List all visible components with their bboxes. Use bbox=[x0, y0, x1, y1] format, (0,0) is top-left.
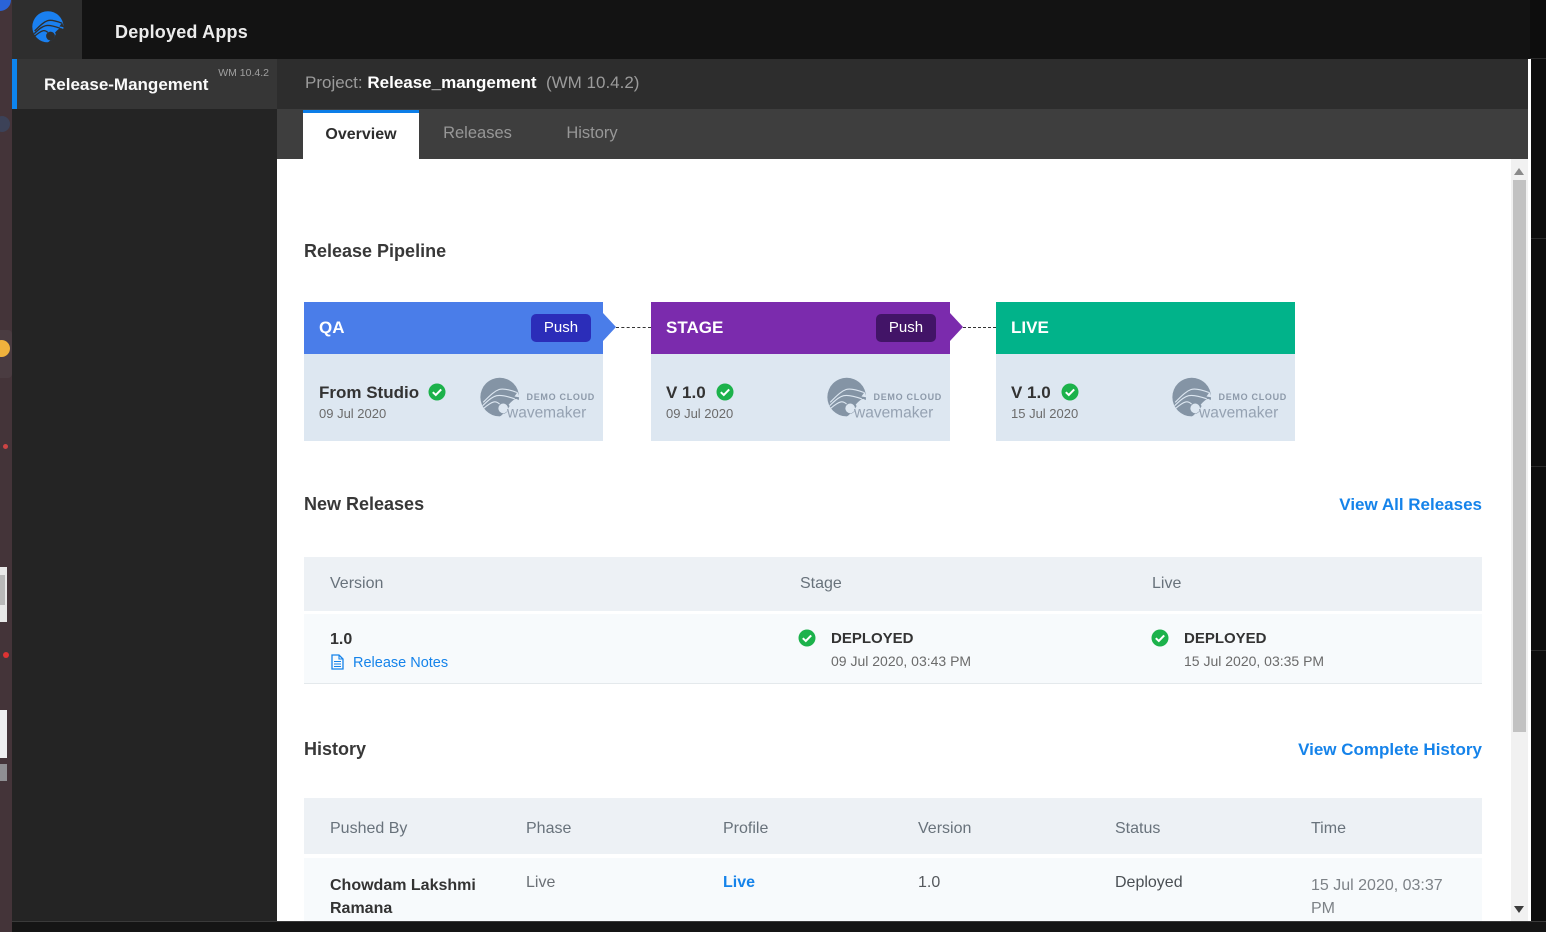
svg-text:wavemaker: wavemaker bbox=[506, 405, 586, 422]
svg-text:DEMO CLOUD: DEMO CLOUD bbox=[527, 392, 596, 402]
svg-text:DEMO CLOUD: DEMO CLOUD bbox=[1219, 392, 1288, 402]
svg-text:wavemaker: wavemaker bbox=[853, 405, 933, 422]
svg-text:wavemaker: wavemaker bbox=[1198, 405, 1278, 422]
svg-text:DEMO CLOUD: DEMO CLOUD bbox=[874, 392, 943, 402]
